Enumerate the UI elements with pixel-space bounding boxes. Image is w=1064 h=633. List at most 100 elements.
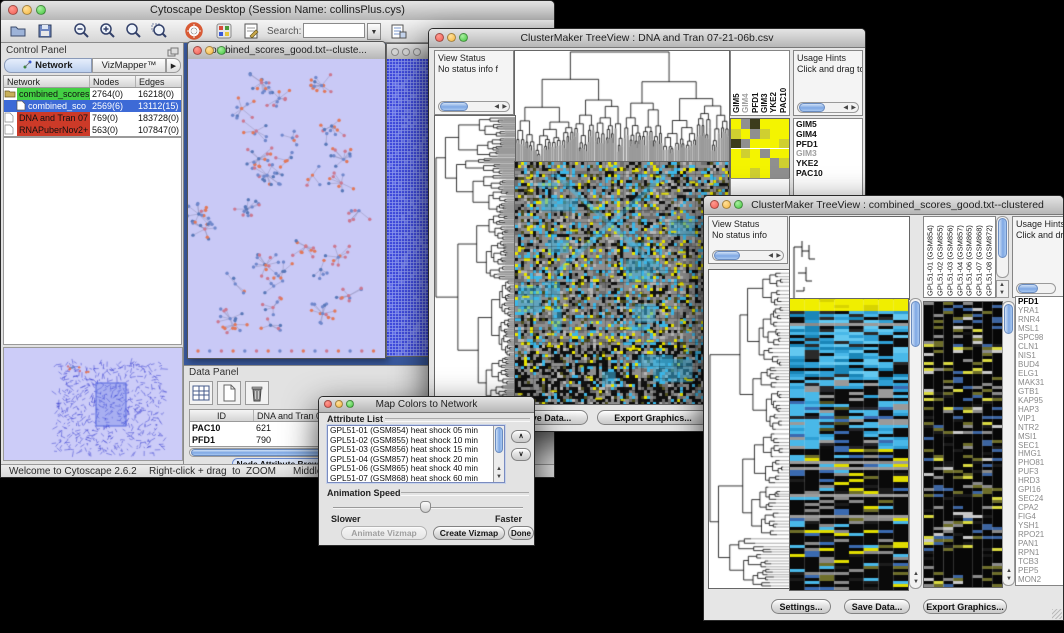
listbox-vscrollbar[interactable]: ▲ ▼: [493, 426, 504, 482]
attribute-browser-icon[interactable]: [389, 21, 409, 41]
submatrix-cell[interactable]: [741, 139, 751, 149]
row-dendrogram[interactable]: [708, 269, 790, 589]
save-icon[interactable]: [35, 21, 55, 41]
submatrix-cell[interactable]: [750, 168, 760, 178]
submatrix-cell[interactable]: [770, 158, 780, 168]
submatrix-cell[interactable]: [750, 158, 760, 168]
move-up-button[interactable]: ∧: [511, 430, 531, 443]
resize-grip[interactable]: [1052, 609, 1062, 619]
annotation-icon[interactable]: [241, 21, 261, 41]
save-data-button[interactable]: Save Data...: [844, 599, 910, 614]
column-label[interactable]: GPL51-03 (GSM856): [945, 218, 955, 296]
submatrix-cell[interactable]: [779, 168, 789, 178]
column-label[interactable]: GPL51-04 (GSM857): [955, 218, 965, 296]
create-vizmap-button[interactable]: Create Vizmap: [433, 526, 505, 540]
submatrix-cell[interactable]: [731, 119, 741, 129]
column-label[interactable]: GPL51-08 (GSM872): [984, 218, 994, 296]
submatrix-cell[interactable]: [760, 158, 770, 168]
scroll-up-icon[interactable]: ▲: [913, 571, 919, 578]
submatrix-cell[interactable]: [731, 129, 741, 139]
column-label[interactable]: GIM4: [741, 53, 750, 113]
column-label[interactable]: GPL51-01 (GSM854): [925, 218, 935, 296]
scroll-left-icon[interactable]: ◀: [843, 105, 848, 112]
zoom-window-button[interactable]: [346, 400, 354, 408]
scroll-right-icon[interactable]: ▶: [851, 105, 856, 112]
scrollbar-thumb[interactable]: [1004, 304, 1013, 334]
attribute-list-item[interactable]: GPL51-07 (GSM868) heat shock 60 min: [330, 474, 494, 483]
zoom-out-icon[interactable]: [71, 21, 91, 41]
submatrix-cell[interactable]: [779, 119, 789, 129]
network-graph-canvas[interactable]: [188, 59, 385, 359]
scroll-up-icon[interactable]: ▲: [999, 282, 1005, 289]
scroll-down-icon[interactable]: ▼: [496, 474, 502, 481]
submatrix-cell[interactable]: [760, 168, 770, 178]
column-label[interactable]: GPL51-07 (GSM868): [974, 218, 984, 296]
zoom-window-button[interactable]: [217, 46, 226, 55]
search-dropdown-button[interactable]: ▼: [367, 23, 381, 40]
submatrix-cell[interactable]: [770, 139, 780, 149]
tab-vizmapper[interactable]: VizMapper™: [92, 58, 166, 73]
gene-label[interactable]: PAC10: [794, 169, 862, 179]
column-label[interactable]: GIM5: [732, 53, 741, 113]
table-grid-icon[interactable]: [189, 381, 213, 405]
col-nodes[interactable]: Nodes: [90, 76, 136, 87]
submatrix-cell[interactable]: [770, 149, 780, 159]
submatrix-cell[interactable]: [779, 129, 789, 139]
scrollbar-thumb[interactable]: [998, 218, 1007, 258]
submatrix-cell[interactable]: [779, 139, 789, 149]
animate-vizmap-button[interactable]: Animate Vizmap: [341, 526, 427, 540]
settings-button[interactable]: Settings...: [771, 599, 831, 614]
col-edges[interactable]: Edges: [136, 76, 181, 87]
minimize-button[interactable]: [22, 5, 32, 15]
export-graphics-button[interactable]: Export Graphics...: [923, 599, 1007, 614]
scroll-left-icon[interactable]: ◀: [768, 253, 773, 260]
network-overview-thumbnail[interactable]: [3, 347, 183, 461]
submatrix-cell[interactable]: [741, 119, 751, 129]
open-file-icon[interactable]: [8, 21, 28, 41]
submatrix-cell[interactable]: [779, 149, 789, 159]
submatrix-cell[interactable]: [731, 168, 741, 178]
heatmap-main[interactable]: [514, 161, 730, 405]
zoom-window-button[interactable]: [734, 200, 743, 209]
submatrix-cell[interactable]: [741, 149, 751, 159]
column-label[interactable]: YKE2: [769, 53, 778, 113]
close-button[interactable]: [435, 33, 444, 42]
submatrix-cell[interactable]: [760, 119, 770, 129]
submatrix-cell[interactable]: [760, 139, 770, 149]
column-label[interactable]: GIM3: [760, 53, 769, 113]
scroll-down-icon[interactable]: ▼: [1006, 576, 1012, 583]
submatrix-cell[interactable]: [760, 149, 770, 159]
submatrix-cell[interactable]: [750, 149, 760, 159]
column-label[interactable]: GPL51-02 (GSM855): [935, 218, 945, 296]
submatrix-cell[interactable]: [770, 168, 780, 178]
usage-hints-scrollbar[interactable]: [1016, 283, 1056, 294]
labels-scroll-arrows[interactable]: ▲ ▼: [996, 280, 1009, 298]
network-row-dna-tran[interactable]: DNA and Tran 07 769(0) 183728(0): [4, 112, 181, 124]
zoom-selected-icon[interactable]: [149, 21, 169, 41]
scrollbar-thumb[interactable]: [1018, 284, 1038, 293]
view-status-scrollbar[interactable]: ◀ ▶: [438, 101, 510, 112]
close-button[interactable]: [710, 200, 719, 209]
new-document-icon[interactable]: [217, 381, 241, 405]
gene-label[interactable]: MON2: [1016, 576, 1064, 585]
vizmapper-icon[interactable]: [214, 21, 234, 41]
done-button[interactable]: Done: [508, 526, 534, 540]
network-row-combined-scores[interactable]: combined_scores_ 2764(0) 16218(0): [4, 88, 181, 100]
dense-network-canvas[interactable]: [387, 59, 428, 357]
submatrix-cell[interactable]: [750, 129, 760, 139]
trash-icon[interactable]: [245, 381, 269, 405]
scrollbar-thumb[interactable]: [495, 427, 503, 453]
heatmap-main[interactable]: [789, 298, 909, 591]
column-label[interactable]: GPL51-06 (GSM865): [964, 218, 974, 296]
export-graphics-button[interactable]: Export Graphics...: [597, 410, 709, 425]
scroll-up-icon[interactable]: ▲: [496, 466, 502, 473]
close-button[interactable]: [391, 48, 399, 56]
submatrix-cell[interactable]: [779, 158, 789, 168]
heatmap-vscrollbar[interactable]: ▲ ▼: [909, 298, 922, 589]
zoom-in-icon[interactable]: [97, 21, 117, 41]
treeview1-title-bar[interactable]: ClusterMaker TreeView : DNA and Tran 07-…: [429, 29, 865, 48]
help-lifesaver-icon[interactable]: [184, 21, 204, 41]
column-dendrogram[interactable]: [789, 216, 910, 300]
network-row-rnapuber[interactable]: RNAPuberNov2+ 563(0) 107847(0): [4, 124, 181, 136]
zoom-window-button[interactable]: [413, 48, 421, 56]
